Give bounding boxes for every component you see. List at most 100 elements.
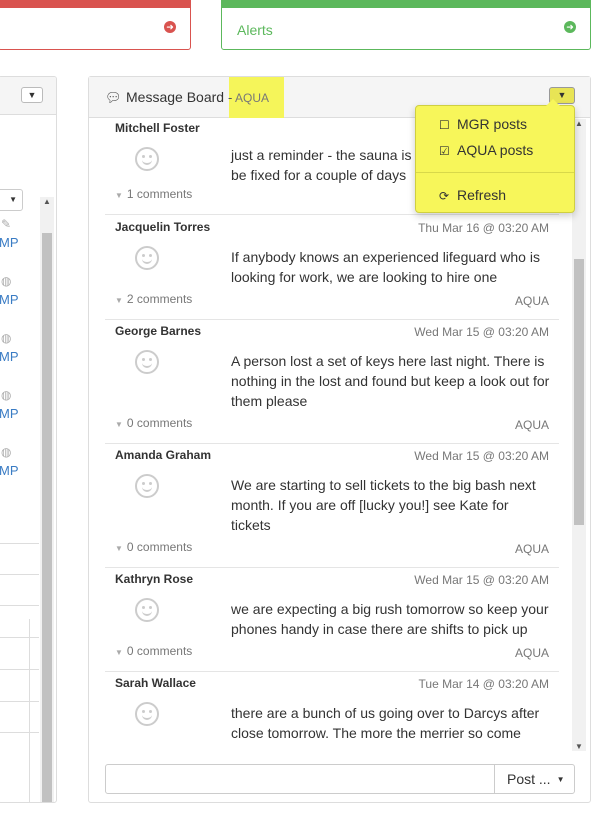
post-author[interactable]: Jacquelin Torres [115, 220, 210, 234]
avatar-icon [135, 147, 159, 171]
post-button[interactable]: Post ... ▼ [494, 764, 575, 794]
post-author[interactable]: Sarah Wallace [115, 676, 196, 690]
caret-down-icon: ▼ [556, 775, 565, 784]
danger-card: ➜ [0, 0, 191, 50]
grid-line [0, 543, 39, 544]
left-row-label[interactable]: MP [0, 406, 19, 421]
globe-icon: ◍ [1, 274, 12, 288]
post-button-label: Post ... [507, 771, 551, 787]
comments-toggle[interactable]: ▼ 0 comments [115, 644, 192, 658]
chevron-down-icon[interactable]: ▼ [21, 87, 43, 103]
post-group: AQUA [514, 646, 549, 660]
scrollbar-thumb[interactable] [574, 259, 584, 525]
message-post: Amanda Graham Wed Mar 15 @ 03:20 AM We a… [105, 444, 559, 568]
globe-icon: ◍ [1, 445, 12, 459]
arrow-right-circle-icon[interactable]: ➜ [164, 21, 176, 33]
title-separator: - [228, 90, 233, 105]
grid-line [29, 619, 30, 802]
menu-divider [416, 172, 574, 173]
avatar-icon [135, 350, 159, 374]
filter-label: AQUA [235, 91, 270, 105]
post-body: we are expecting a big rush tomorrow so … [231, 601, 549, 637]
checkbox-unchecked-icon[interactable]: ☐ [439, 118, 457, 132]
left-row-label[interactable]: MP [0, 463, 19, 478]
message-list: Mitchell Foster just a reminder - the sa… [105, 119, 559, 749]
caret-down-icon: ▼ [115, 420, 123, 429]
alerts-card: Alerts ➜ [221, 0, 591, 50]
post-group: AQUA [514, 542, 549, 556]
message-list-scrollbar[interactable]: ▲ ▼ [572, 119, 586, 751]
dropdown-arrow [546, 99, 560, 106]
post-body: We are starting to sell tickets to the b… [231, 477, 536, 533]
message-post: Kathryn Rose Wed Mar 15 @ 03:20 AM we ar… [105, 568, 559, 672]
avatar-icon [135, 246, 159, 270]
grid-line [0, 732, 39, 733]
left-row-label[interactable]: MP [0, 235, 19, 250]
avatar-icon [135, 702, 159, 726]
menu-item-label: MGR posts [457, 116, 528, 132]
caret-down-icon: ▼ [115, 648, 123, 657]
checkbox-checked-icon[interactable]: ☑ [439, 144, 457, 158]
post-body: A person lost a set of keys here last ni… [231, 353, 550, 409]
grid-line [0, 574, 39, 575]
left-row-label[interactable]: MP [0, 292, 19, 307]
menu-item-label: Refresh [457, 187, 507, 203]
panel-title: Message Board [126, 89, 225, 105]
message-post: Jacquelin Torres Thu Mar 16 @ 03:20 AM I… [105, 216, 559, 320]
grid-line [0, 669, 39, 670]
board-options-dropdown: ☐ MGR posts ☑ AQUA posts ⟳ Refresh [415, 99, 575, 213]
avatar-icon [135, 598, 159, 622]
comments-count: 1 comments [126, 187, 193, 201]
left-panel-header: ▼ [0, 77, 56, 115]
globe-icon: ◍ [1, 388, 12, 402]
comments-count: 0 comments [126, 644, 193, 658]
left-scrollbar[interactable]: ▲ ▼ [40, 197, 54, 802]
caret-down-icon: ▼ [115, 544, 123, 553]
left-row-label[interactable]: MP [0, 349, 19, 364]
comments-toggle[interactable]: ▼ 0 comments [115, 540, 192, 554]
post-author[interactable]: Amanda Graham [115, 448, 211, 462]
post-date: Thu Mar 16 @ 03:20 AM [418, 221, 549, 235]
caret-down-icon: ▼ [115, 191, 123, 200]
grid-line [0, 605, 39, 606]
comments-toggle[interactable]: ▼ 1 comments [115, 187, 192, 201]
post-date: Tue Mar 14 @ 03:20 AM [418, 677, 549, 691]
post-date: Wed Mar 15 @ 03:20 AM [414, 449, 549, 463]
arrow-right-circle-icon[interactable]: ➜ [564, 21, 576, 33]
post-author[interactable]: George Barnes [115, 324, 201, 338]
caret-down-icon: ▼ [115, 296, 123, 305]
grid-line [0, 701, 39, 702]
refresh-icon: ⟳ [439, 189, 450, 203]
scrollbar-thumb[interactable] [42, 233, 52, 802]
scroll-down-icon[interactable]: ▼ [572, 742, 586, 751]
comments-toggle[interactable]: ▼ 2 comments [115, 292, 192, 306]
menu-item-refresh[interactable]: ⟳ Refresh [439, 187, 506, 203]
post-body: there are a bunch of us going over to Da… [231, 705, 540, 741]
alerts-title[interactable]: Alerts [237, 22, 273, 38]
post-group: AQUA [514, 418, 549, 432]
post-body: If anybody knows an experienced lifeguar… [231, 249, 540, 285]
post-date: Wed Mar 15 @ 03:20 AM [414, 325, 549, 339]
message-post: George Barnes Wed Mar 15 @ 03:20 AM A pe… [105, 320, 559, 444]
edit-icon[interactable]: ✎ [1, 217, 11, 231]
post-composer: Post ... ▼ [105, 764, 575, 794]
comments-toggle[interactable]: ▼ 0 comments [115, 416, 192, 430]
menu-item-label: AQUA posts [457, 142, 534, 158]
comments-count: 0 comments [126, 540, 193, 554]
post-group: AQUA [514, 294, 549, 308]
menu-item-aqua-posts[interactable]: ☑ AQUA posts [439, 142, 533, 158]
left-panel: ▼ ▼ ✎ MP ◍ MP ◍ MP ◍ MP ◍ MP ▲ ▼ ▶ [0, 76, 57, 803]
menu-item-mgr-posts[interactable]: ☐ MGR posts [439, 116, 527, 132]
message-input[interactable] [105, 764, 495, 794]
avatar-icon [135, 474, 159, 498]
post-author[interactable]: Kathryn Rose [115, 572, 193, 586]
grid-line [0, 637, 39, 638]
comments-count: 2 comments [126, 292, 193, 306]
message-post: Sarah Wallace Tue Mar 14 @ 03:20 AM ther… [105, 672, 559, 749]
scroll-up-icon[interactable]: ▲ [40, 197, 54, 206]
post-date: Wed Mar 15 @ 03:20 AM [414, 573, 549, 587]
comment-icon: 💬︎ [105, 90, 122, 105]
post-author[interactable]: Mitchell Foster [115, 121, 200, 135]
globe-icon: ◍ [1, 331, 12, 345]
left-panel-select[interactable]: ▼ [0, 189, 23, 211]
